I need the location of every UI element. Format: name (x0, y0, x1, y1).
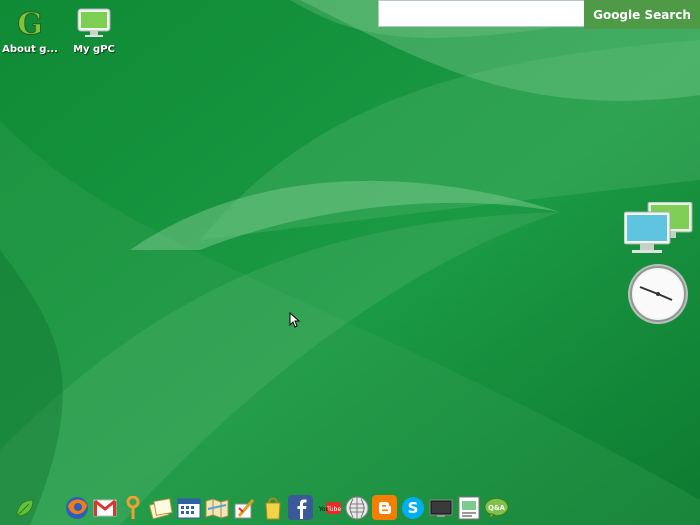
svg-text:Q&A: Q&A (488, 503, 506, 511)
mouse-cursor-icon (289, 312, 301, 328)
google-search-widget: Google Search (378, 0, 700, 29)
svg-text:G: G (17, 7, 43, 40)
calendar-icon[interactable] (176, 495, 201, 520)
gmail-icon[interactable] (92, 495, 117, 520)
desktop: G About g... My gPC Google Search You Tu… (0, 0, 700, 525)
firefox-icon[interactable] (64, 495, 89, 520)
analog-clock-icon (628, 264, 688, 324)
paint-icon[interactable] (232, 495, 257, 520)
facebook-icon[interactable] (288, 495, 313, 520)
monitor-icon (74, 6, 114, 40)
maps-icon[interactable] (204, 495, 229, 520)
google-g-icon: G (10, 6, 50, 41)
about-gos-icon[interactable]: G About g... (0, 6, 60, 56)
network-widget[interactable] (623, 201, 696, 256)
about-gos-label: About g... (2, 44, 58, 55)
search-input[interactable] (378, 0, 584, 27)
orkut-icon[interactable] (120, 495, 145, 520)
network-computers-icon (623, 201, 693, 253)
bag-icon[interactable] (260, 495, 285, 520)
skype-icon[interactable]: S (400, 495, 425, 520)
desktop-wallpaper (0, 0, 700, 525)
chat-icon[interactable]: Q&A (484, 495, 509, 520)
clock-widget[interactable] (627, 263, 689, 325)
start-leaf-icon[interactable] (12, 495, 37, 520)
docs-icon[interactable] (456, 495, 481, 520)
screen-icon[interactable] (428, 495, 453, 520)
svg-text:S: S (407, 499, 418, 517)
blogger-icon[interactable] (372, 495, 397, 520)
my-gpc-label: My gPC (73, 44, 115, 55)
my-gpc-icon[interactable]: My gPC (64, 6, 124, 55)
wikipedia-icon[interactable] (344, 495, 369, 520)
notes-icon[interactable] (148, 495, 173, 520)
google-search-button[interactable]: Google Search (584, 0, 700, 29)
youtube-icon[interactable]: You Tube (316, 495, 342, 520)
svg-text:Tube: Tube (326, 506, 341, 513)
bottom-dock: You Tube S Q&A (0, 492, 700, 525)
